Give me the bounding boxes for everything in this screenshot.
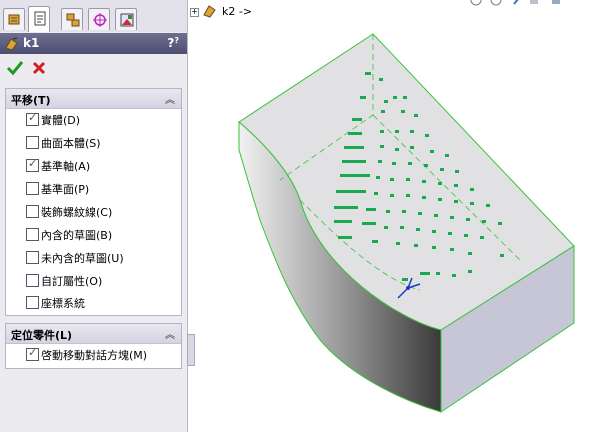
- checkbox-label: 裝飾螺紋線(C): [41, 206, 113, 219]
- checkbox-box[interactable]: [26, 274, 39, 287]
- close-icon: [32, 61, 46, 75]
- checkbox-label: 座標系統: [41, 297, 85, 310]
- feature-icon: [4, 36, 20, 55]
- tab-feature-manager[interactable]: [3, 8, 25, 30]
- checkbox-box[interactable]: ✓: [26, 111, 39, 126]
- checkbox-label: 自訂屬性(O): [41, 275, 103, 288]
- checkbox-box[interactable]: [26, 228, 39, 241]
- checkbox-label: 曲面本體(S): [41, 137, 101, 150]
- group-translate: 平移(T) ︽ ✓ 實體(D) 曲面本體(S) ✓ 基準軸(A) 基準面(P) 裝飾…: [5, 88, 182, 316]
- checkbox-box[interactable]: [26, 136, 39, 149]
- checkbox-label: 實體(D): [41, 114, 81, 127]
- collapse-icon[interactable]: ︽: [165, 91, 175, 106]
- group-translate-header[interactable]: 平移(T) ︽: [6, 89, 181, 109]
- group-position-header[interactable]: 定位零件(L) ︽: [6, 324, 181, 344]
- checkbox-box[interactable]: [26, 182, 39, 195]
- display-icon: [120, 13, 134, 27]
- feature-tree-icon: [8, 14, 20, 25]
- checkbox-box[interactable]: [26, 205, 39, 218]
- property-sheet-icon: [34, 11, 46, 26]
- tab-display-manager[interactable]: [115, 8, 137, 30]
- checkbox-box[interactable]: ✓: [26, 346, 39, 361]
- tab-property-manager[interactable]: [28, 6, 50, 32]
- help-button[interactable]: ??: [167, 36, 179, 50]
- check-icon: ✓: [28, 346, 38, 359]
- tab-configuration-manager[interactable]: [61, 8, 83, 30]
- checkbox-label: 基準軸(A): [41, 160, 91, 173]
- checkbox-box[interactable]: [26, 296, 39, 309]
- checkbox-label: 啓動移動對話方塊(M): [41, 349, 148, 362]
- checkmark-icon: [6, 61, 24, 76]
- group-position-title: 定位零件(L): [11, 329, 73, 342]
- checkbox-box[interactable]: ✓: [26, 157, 39, 172]
- tab-dimxpert-manager[interactable]: [88, 8, 110, 30]
- collapse-icon[interactable]: ︽: [165, 326, 175, 341]
- manager-tabs: [0, 0, 187, 32]
- panel-title: k1: [23, 36, 40, 50]
- ok-button[interactable]: [6, 60, 24, 79]
- action-bar: [0, 56, 187, 84]
- part-model[interactable]: [238, 33, 575, 413]
- checkbox-label: 未內含的草圖(U): [41, 252, 124, 265]
- group-position: 定位零件(L) ︽ ✓ 啓動移動對話方塊(M): [5, 323, 182, 369]
- property-manager-panel: k1 ?? 平移(T) ︽ ✓ 實體(D) 曲面本體(S) ✓ 基準軸(A) 基準面…: [0, 0, 188, 432]
- check-icon: ✓: [28, 111, 38, 124]
- panel-title-bar: k1 ??: [0, 33, 187, 54]
- checkbox-label: 內含的草圖(B): [41, 229, 113, 242]
- crosshair-icon: [93, 13, 107, 27]
- checkbox-box[interactable]: [26, 251, 39, 264]
- checkbox-label: 基準面(P): [41, 183, 90, 196]
- cancel-button[interactable]: [32, 61, 46, 78]
- check-icon: ✓: [28, 157, 38, 170]
- help-extra: ?: [174, 36, 179, 45]
- graphics-area[interactable]: [187, 0, 597, 432]
- group-translate-title: 平移(T): [11, 94, 51, 107]
- configuration-icon: [66, 13, 80, 27]
